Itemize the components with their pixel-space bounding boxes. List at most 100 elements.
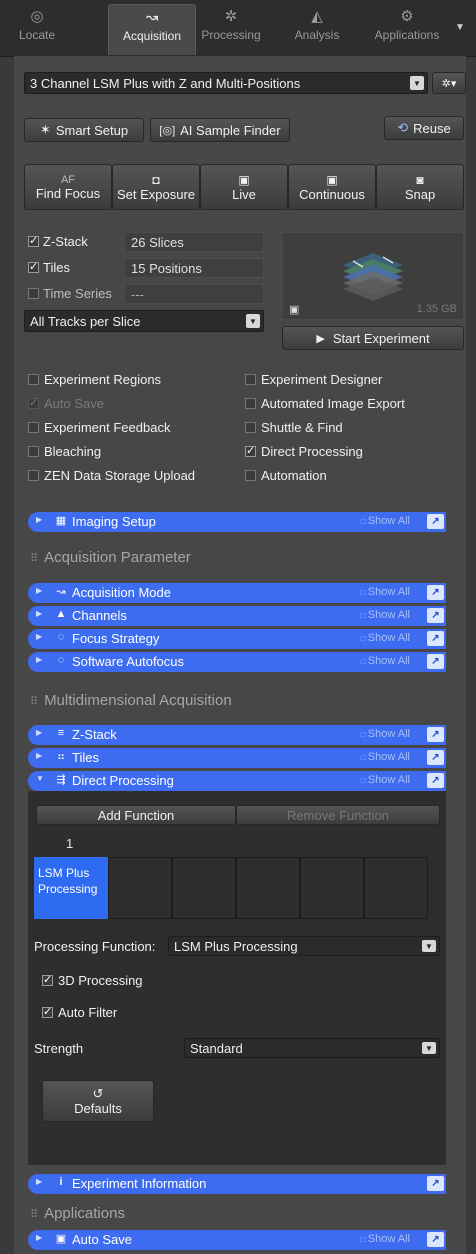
show-all-toggle[interactable]: Show All [361,515,410,527]
tab-label: Processing [201,28,261,42]
experiment-options: Experiment Regions ✓ Auto Save Experimen… [0,370,476,490]
tiles-checkbox[interactable]: ✓ [28,262,39,273]
popout-icon[interactable]: ↗ [427,585,444,600]
expand-arrow-icon: ▶ [36,1177,43,1186]
tab-applications[interactable]: ⚙ Applications [364,4,450,54]
start-experiment-button[interactable]: ▶ Start Experiment [282,326,464,350]
snap-icon: ◙ [416,172,424,187]
popout-icon[interactable]: ↗ [427,727,444,742]
tracks-select-value: All Tracks per Slice [30,313,141,329]
function-slot-empty[interactable] [300,857,364,919]
zstack-checkbox[interactable]: ✓ [28,236,39,247]
3d-processing-checkbox[interactable]: ✓ [42,975,53,986]
button-label: Continuous [299,186,365,202]
direct-processing-panel: Add Function Remove Function 1 LSM Plus … [28,791,446,1165]
tab-label: Acquisition [122,29,182,43]
zen-data-storage-checkbox[interactable] [28,470,39,481]
section-channels[interactable]: ▶ ▲ Channels Show All ↗ [28,606,446,626]
tab-locate[interactable]: ◎ Locate [2,4,72,54]
popout-icon[interactable]: ↗ [427,750,444,765]
button-label: Find Focus [35,185,101,201]
collapse-arrow-icon: ▼ [36,774,44,783]
ai-sample-finder-button[interactable]: [◎] AI Sample Finder [150,118,290,142]
defaults-button[interactable]: ↺ Defaults [42,1080,154,1122]
show-all-toggle[interactable]: Show All [361,728,410,740]
button-label: Start Experiment [332,330,430,346]
show-all-toggle[interactable]: Show All [361,586,410,598]
strength-select[interactable]: Standard ▼ [184,1038,440,1058]
applications-icon: ⚙ [400,8,414,25]
continuous-button[interactable]: ▣ Continuous [288,164,376,210]
function-slot-empty[interactable] [236,857,300,919]
section-acquisition-mode[interactable]: ▶ ↝ Acquisition Mode Show All ↗ [28,583,446,603]
tab-acquisition[interactable]: ↝ Acquisition [108,4,196,55]
section-z-stack[interactable]: ▶ ≡ Z-Stack Show All ↗ [28,725,446,745]
section-focus-strategy[interactable]: ▶ ◌ Focus Strategy Show All ↗ [28,629,446,649]
slot-number: 1 [66,836,74,851]
experiment-designer-checkbox[interactable] [245,374,256,385]
set-exposure-button[interactable]: ◘ Set Exposure [112,164,200,210]
time-series-value[interactable]: --- [124,284,264,304]
section-title: Imaging Setup [72,514,156,529]
popout-icon[interactable]: ↗ [427,773,444,788]
tracks-select[interactable]: All Tracks per Slice ▼ [24,310,264,332]
find-focus-button[interactable]: AF Find Focus [24,164,112,210]
section-auto-save[interactable]: ▶ ▣ Auto Save Show All ↗ [28,1230,446,1250]
auto-save-checkbox: ✓ [28,397,39,409]
function-slot-empty[interactable] [108,857,172,919]
section-experiment-information[interactable]: ▶ i Experiment Information ↗ [28,1174,446,1194]
direct-processing-checkbox[interactable]: ✓ [245,446,256,457]
experiment-regions-checkbox[interactable] [28,374,39,385]
show-all-toggle[interactable]: Show All [361,655,410,667]
automation-checkbox[interactable] [245,470,256,481]
show-all-toggle[interactable]: Show All [361,751,410,763]
shuttle-find-checkbox[interactable] [245,422,256,433]
processing-function-label: Processing Function: [34,939,156,954]
3d-processing-label: 3D Processing [58,973,143,988]
bleaching-checkbox[interactable] [28,446,39,457]
function-slot-empty[interactable] [172,857,236,919]
info-icon: i [59,1176,63,1188]
popout-icon[interactable]: ↗ [427,608,444,623]
show-all-toggle[interactable]: Show All [361,774,410,786]
function-slot-empty[interactable] [364,857,428,919]
section-software-autofocus[interactable]: ▶ ◌ Software Autofocus Show All ↗ [28,652,446,672]
popout-icon[interactable]: ↗ [427,654,444,669]
automated-image-export-checkbox[interactable] [245,398,256,409]
snap-button[interactable]: ◙ Snap [376,164,464,210]
popout-icon[interactable]: ↗ [427,1232,444,1247]
tab-analysis[interactable]: ◭ Analysis [282,4,352,54]
section-imaging-setup[interactable]: ▶ ▦ Imaging Setup Show All ↗ [28,512,446,532]
tiles-value[interactable]: 15 Positions [124,258,264,278]
smart-setup-button[interactable]: ✶ Smart Setup [24,118,144,142]
show-all-toggle[interactable]: Show All [361,632,410,644]
popout-icon[interactable]: ↗ [427,631,444,646]
auto-filter-checkbox[interactable]: ✓ [42,1007,53,1018]
processing-function-select[interactable]: LSM Plus Processing ▼ [168,936,440,956]
live-button[interactable]: ▣ Live [200,164,288,210]
function-slot-selected[interactable]: LSM Plus Processing [34,857,108,919]
show-all-toggle[interactable]: Show All [361,1233,410,1245]
popout-icon[interactable]: ↗ [427,1176,444,1191]
remove-function-button: Remove Function [236,805,440,825]
acquisition-actions: AF Find Focus ◘ Set Exposure ▣ Live ▣ Co… [24,164,464,210]
tab-processing[interactable]: ✲ Processing [196,4,266,54]
button-label: Smart Setup [55,122,129,138]
experiment-select[interactable]: 3 Channel LSM Plus with Z and Multi-Posi… [24,72,428,94]
section-title: Software Autofocus [72,654,185,669]
add-function-button[interactable]: Add Function [36,805,236,825]
experiment-options-button[interactable]: ✲▾ [432,72,466,94]
reuse-button[interactable]: ⟲ Reuse [384,116,464,140]
tab-overflow-arrow-icon[interactable]: ▼ [455,22,465,33]
popout-icon[interactable]: ↗ [427,514,444,529]
zstack-value[interactable]: 26 Slices [124,232,264,252]
time-series-checkbox[interactable] [28,288,39,299]
experiment-feedback-checkbox[interactable] [28,422,39,433]
section-direct-processing[interactable]: ▼ ⇶ Direct Processing Show All ↗ [28,771,446,791]
option-label: Auto Save [44,396,104,411]
section-tiles[interactable]: ▶ ⠶ Tiles Show All ↗ [28,748,446,768]
show-all-toggle[interactable]: Show All [361,609,410,621]
option-label: Automated Image Export [261,396,405,411]
strength-value: Standard [190,1040,243,1056]
button-label: Reuse [413,120,451,136]
